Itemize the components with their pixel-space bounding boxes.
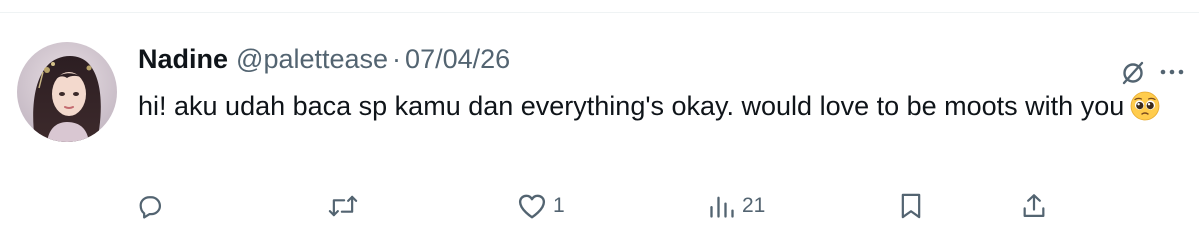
more-icon[interactable] [1158,61,1186,83]
views-button[interactable]: 21 [708,190,765,222]
bookmark-button[interactable] [898,190,924,222]
tweet-text-content: hi! aku udah baca sp kamu dan everything… [138,91,1125,121]
pleading-face-emoji [1130,91,1160,121]
retweet-icon [328,195,358,217]
tweet-header: Nadine @palettease · 07/04/26 [138,41,510,77]
views-icon [710,196,734,218]
like-count: 1 [553,194,565,217]
views-count: 21 [742,194,766,217]
reply-icon [139,196,162,219]
tweet[interactable]: Nadine @palettease · 07/04/26 hi! aku ud… [0,13,1199,248]
tweet-date[interactable]: 07/04/26 [405,41,510,77]
tweet-text: hi! aku udah baca sp kamu dan everything… [138,85,1186,127]
retweet-button[interactable] [327,190,359,222]
avatar-image [17,42,117,142]
share-icon [1023,194,1045,218]
separator-dot: · [392,44,402,74]
user-handle[interactable]: @palettease [236,41,388,77]
bookmark-icon [901,193,921,219]
display-name[interactable]: Nadine [138,41,228,77]
grok-icon[interactable] [1119,59,1147,87]
heart-icon [518,194,546,219]
avatar[interactable] [17,42,117,142]
like-button[interactable]: 1 [517,190,565,222]
reply-button[interactable] [136,190,164,222]
share-button[interactable] [1020,190,1048,222]
